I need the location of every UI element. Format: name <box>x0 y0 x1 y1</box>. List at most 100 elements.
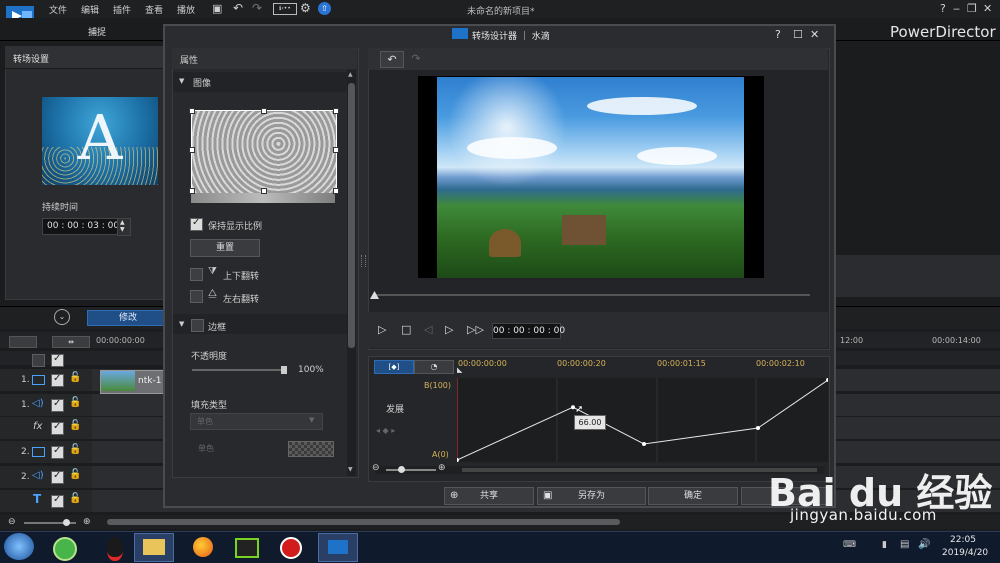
select-all-checkbox[interactable] <box>32 354 45 367</box>
save-icon[interactable]: ▣ <box>212 2 222 15</box>
track-enable-checkbox[interactable] <box>51 445 64 459</box>
ok-button[interactable]: 确定 <box>648 487 738 505</box>
duration-input[interactable]: 00 : 00 : 03 : 00 <box>42 218 123 235</box>
collapse-arrow-icon[interactable]: ▼ <box>179 77 184 85</box>
track-enable-checkbox[interactable] <box>51 494 64 508</box>
dialog-help-icon[interactable]: ? <box>775 28 781 41</box>
resize-handle[interactable] <box>189 188 195 194</box>
tray-icon[interactable]: ▮ <box>882 540 887 550</box>
chevron-down-icon[interactable]: ⌄ <box>54 309 70 325</box>
scroll-up-icon[interactable]: ▲ <box>348 71 353 78</box>
flip-horizontal-checkbox[interactable] <box>190 290 203 303</box>
fit-timeline-button[interactable]: ⇹ <box>52 336 90 348</box>
lock-icon[interactable]: 🔓 <box>69 469 81 480</box>
stop-icon[interactable]: □ <box>401 323 411 336</box>
graph-zoom-knob[interactable] <box>398 466 405 473</box>
dialog-maximize-icon[interactable]: ☐ <box>793 28 803 41</box>
fast-forward-icon[interactable]: ▷▷ <box>467 323 484 336</box>
graph-scroll-thumb[interactable] <box>462 468 817 472</box>
timecode-mode-button[interactable]: ℹ‹•• <box>273 3 297 15</box>
zoom-out-icon[interactable]: ⊖ <box>8 517 16 527</box>
keyframe-curve[interactable] <box>457 378 828 462</box>
keyframe-point[interactable] <box>642 442 646 446</box>
tab-capture[interactable]: 捕捉 <box>88 25 106 38</box>
track-enable-checkbox[interactable] <box>51 421 64 435</box>
zoom-slider-knob[interactable] <box>63 519 70 526</box>
reset-button[interactable]: 重置 <box>190 239 260 257</box>
fill-type-select[interactable]: 单色 ▼ <box>190 413 323 430</box>
track-enable-checkbox[interactable] <box>51 470 64 484</box>
keyframe-point[interactable] <box>457 458 459 462</box>
track-enable-checkbox[interactable] <box>51 398 64 412</box>
restore-icon[interactable]: ❐ <box>967 2 977 15</box>
opacity-slider-knob[interactable] <box>281 366 287 374</box>
file-explorer-icon[interactable] <box>134 533 174 562</box>
collapse-arrow-icon[interactable]: ▼ <box>179 320 184 328</box>
settings-gear-icon[interactable]: ⚙ <box>300 1 311 15</box>
dialog-close-icon[interactable]: ✕ <box>810 28 819 41</box>
preview-redo-icon[interactable]: ↷ <box>405 51 427 66</box>
keyframe-prev-next-icons[interactable]: ◂ ◆ ▸ <box>376 426 395 435</box>
stepper-down-icon[interactable]: ▼ <box>120 226 125 233</box>
track-enable-checkbox[interactable] <box>51 373 64 387</box>
resize-handle[interactable] <box>189 108 195 114</box>
enable-all-checkbox[interactable] <box>51 353 64 367</box>
undo-icon[interactable]: ↶ <box>233 1 243 15</box>
curve-mode-button[interactable]: ◔ <box>414 360 454 374</box>
lock-icon[interactable]: 🔓 <box>69 493 81 504</box>
close-icon[interactable]: ✕ <box>983 2 992 15</box>
clock-date[interactable]: 2019/4/20 <box>942 548 988 558</box>
share-button[interactable]: ⊕ 共享 <box>444 487 534 505</box>
media-app-icon[interactable] <box>228 533 266 560</box>
border-color-swatch[interactable] <box>288 441 334 457</box>
lock-icon[interactable]: 🔓 <box>69 420 81 431</box>
stepper-up-icon[interactable]: ▲ <box>120 219 125 226</box>
panel-splitter[interactable] <box>361 255 366 267</box>
duration-stepper[interactable]: ▲ ▼ <box>117 218 131 236</box>
timeline-scroll-thumb[interactable] <box>107 519 620 525</box>
resize-handle[interactable] <box>261 188 267 194</box>
save-as-button[interactable]: ▣ 另存为 <box>537 487 646 505</box>
preview-undo-icon[interactable]: ↶ <box>380 51 404 68</box>
previous-frame-icon[interactable]: ◁ <box>424 323 432 336</box>
resize-handle[interactable] <box>333 108 339 114</box>
lock-icon[interactable]: 🔓 <box>69 372 81 383</box>
resize-handle[interactable] <box>333 147 339 153</box>
resize-handle[interactable] <box>189 147 195 153</box>
redo-icon[interactable]: ↷ <box>252 1 262 15</box>
graph-zoom-out-icon[interactable]: ⊖ <box>372 463 380 473</box>
graph-zoom-slider[interactable] <box>386 469 436 471</box>
mask-image-preview[interactable] <box>191 110 337 194</box>
scroll-down-icon[interactable]: ▼ <box>348 466 353 473</box>
preview-seek-bar[interactable] <box>374 294 810 296</box>
qq-icon[interactable] <box>96 533 134 561</box>
opacity-slider[interactable] <box>192 369 287 371</box>
graph-zoom-in-icon[interactable]: ⊕ <box>438 463 446 473</box>
keyframe-point[interactable] <box>756 426 760 430</box>
lock-icon[interactable]: 🔓 <box>69 397 81 408</box>
track-manager-button[interactable] <box>9 336 37 348</box>
upgrade-icon[interactable]: ⇧ <box>318 2 331 15</box>
help-icon[interactable]: ? <box>940 2 946 15</box>
resize-handle[interactable] <box>333 188 339 194</box>
flip-vertical-checkbox[interactable] <box>190 268 203 281</box>
keyframe-mode-button[interactable]: [◆] <box>374 360 414 374</box>
powerdirector-taskbar-icon[interactable] <box>318 533 358 562</box>
properties-scroll-thumb[interactable] <box>348 83 355 348</box>
minimize-icon[interactable]: ‒ <box>953 2 960 15</box>
menu-view[interactable]: 查看 <box>145 3 163 16</box>
volume-icon[interactable]: 🔊 <box>918 539 930 550</box>
lock-icon[interactable]: 🔓 <box>69 444 81 455</box>
menu-plugins[interactable]: 插件 <box>113 3 131 16</box>
menu-file[interactable]: 文件 <box>49 3 67 16</box>
next-frame-icon[interactable]: ▷ <box>445 323 453 336</box>
start-button-icon[interactable] <box>4 533 34 560</box>
network-icon[interactable]: ▤ <box>900 539 909 550</box>
zoom-in-icon[interactable]: ⊕ <box>83 517 91 527</box>
menu-play[interactable]: 播放 <box>177 3 195 16</box>
resize-handle[interactable] <box>261 108 267 114</box>
play-icon[interactable]: ▷ <box>378 323 386 336</box>
clock-time[interactable]: 22:05 <box>950 535 976 545</box>
browser-360-icon[interactable] <box>46 533 84 561</box>
modify-button[interactable]: 修改 <box>87 310 169 326</box>
